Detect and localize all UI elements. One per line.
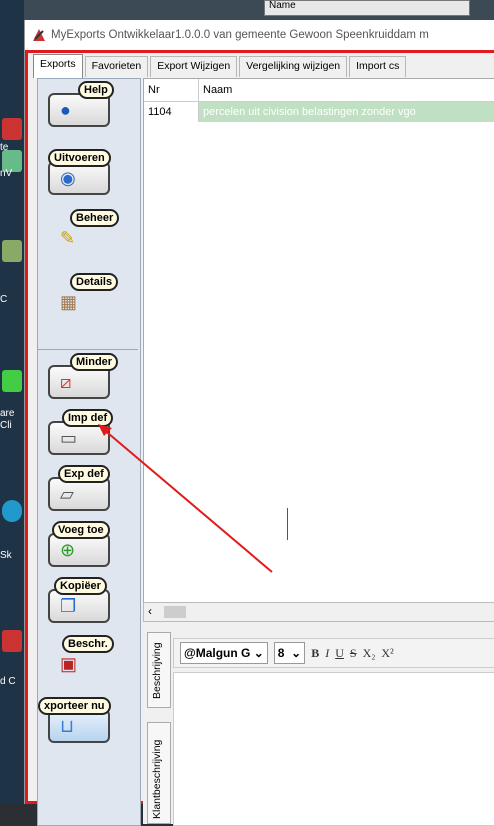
desktop-label: Sk: [0, 550, 12, 561]
imp-def-label: Imp def: [62, 409, 114, 427]
desktop-app-icon[interactable]: [2, 240, 22, 262]
desktop-label: d C: [0, 676, 16, 687]
details-label: Details: [70, 273, 119, 291]
scrollbar-thumb[interactable]: [164, 606, 186, 618]
desktop-strip: te nV C are Cli Sk d C: [0, 0, 24, 804]
help-button[interactable]: ● Help: [48, 81, 114, 127]
add-icon: ⊕: [60, 540, 76, 560]
font-size-value: 8: [277, 646, 285, 660]
copy-icon: ❐: [60, 596, 77, 616]
title-bar[interactable]: MyExports Ontwikkelaar1.0.0.0 van gemeen…: [25, 20, 494, 50]
editor-text-area[interactable]: [173, 672, 494, 826]
uitvoeren-button[interactable]: ◉ Uitvoeren: [48, 149, 112, 195]
text-cursor: [287, 508, 288, 540]
horizontal-scrollbar[interactable]: ‹: [143, 602, 494, 622]
subscript-button[interactable]: X₂: [363, 646, 376, 661]
tray-icon: ⊔: [60, 716, 75, 736]
grid-header: Nr Naam: [144, 79, 494, 102]
minder-button[interactable]: ⧄ Minder: [48, 353, 119, 399]
beheer-button[interactable]: ✎ Beheer: [48, 209, 120, 255]
exporteer-nu-button[interactable]: ⊔ xporteer nu: [38, 697, 112, 743]
details-icon: ▦: [60, 292, 78, 312]
tab-vergelijking-wijzigen[interactable]: Vergelijking wijzigen: [239, 56, 348, 77]
tab-export-wijzigen[interactable]: Export Wijzigen: [150, 56, 238, 77]
beschr-button[interactable]: ▣ Beschr.: [48, 635, 114, 681]
strikethrough-button[interactable]: S: [350, 646, 357, 661]
export-definition-icon: ▱: [60, 484, 74, 504]
font-size-select[interactable]: 8 ⌄: [273, 642, 306, 664]
exports-grid: Nr Naam 1104 percelen uit civision belas…: [143, 78, 494, 608]
run-icon: ◉: [60, 168, 76, 188]
desktop-label: are: [0, 408, 15, 419]
tab-klantbeschrijving-label: Klantbeschrijving: [151, 739, 163, 819]
tab-import-csv[interactable]: Import cs: [349, 56, 407, 77]
import-definition-icon: ▭: [60, 428, 78, 448]
tab-exports[interactable]: Exports: [33, 54, 83, 78]
help-icon: ●: [60, 100, 71, 120]
beheer-label: Beheer: [70, 209, 120, 227]
main-window: MyExports Ontwikkelaar1.0.0.0 van gemeen…: [24, 20, 494, 826]
desktop-label: C: [0, 294, 8, 305]
table-row[interactable]: 1104 percelen uit civision belastingen z…: [144, 102, 494, 122]
cell-nr: 1104: [144, 102, 199, 122]
exp-def-label: Exp def: [58, 465, 110, 483]
uitvoeren-label: Uitvoeren: [48, 149, 111, 167]
exp-def-button[interactable]: ▱ Exp def: [48, 465, 112, 511]
help-label: Help: [78, 81, 114, 99]
voeg-toe-label: Voeg toe: [52, 521, 110, 539]
abc-book-icon: ▣: [60, 654, 78, 674]
desktop-label: Cli: [0, 420, 12, 431]
skype-icon[interactable]: [2, 500, 22, 522]
scroll-left-icon[interactable]: ‹: [148, 604, 152, 618]
app-logo-icon: [33, 29, 45, 41]
description-editor: Beschrijving Klantbeschrijving @Malgun G…: [143, 622, 494, 826]
desktop-label: nV: [0, 168, 13, 179]
font-name-value: @Malgun G: [184, 646, 251, 660]
voeg-toe-button[interactable]: ⊕ Voeg toe: [48, 521, 112, 567]
underline-button[interactable]: U: [335, 646, 344, 661]
exporteer-nu-label: xporteer nu: [38, 697, 111, 715]
bold-button[interactable]: B: [311, 646, 319, 661]
desktop-app-icon[interactable]: [2, 118, 22, 140]
kopieer-label: Kopiëer: [54, 577, 107, 595]
pencil-icon: ✎: [60, 228, 76, 248]
main-tabs: Exports Favorieten Export Wijzigen Verge…: [33, 54, 407, 78]
column-header-nr[interactable]: Nr: [144, 79, 199, 101]
desktop-app-icon[interactable]: [2, 370, 22, 392]
format-toolbar: @Malgun G ⌄ 8 ⌄ B I U S X₂ X²: [173, 638, 494, 668]
left-button-panel: ● Help ◉ Uitvoeren ✎ Beheer ▦ Details ⧄ …: [37, 78, 141, 826]
tab-klantbeschrijving[interactable]: Klantbeschrijving: [147, 722, 171, 824]
font-name-select[interactable]: @Malgun G ⌄: [180, 642, 268, 664]
window-title: MyExports Ontwikkelaar1.0.0.0 van gemeen…: [51, 29, 429, 41]
background-panel: Name: [264, 0, 470, 16]
desktop-app-icon[interactable]: [2, 630, 22, 652]
imp-def-button[interactable]: ▭ Imp def: [48, 409, 114, 455]
details-button[interactable]: ▦ Details: [48, 273, 119, 319]
panel-divider: [38, 349, 138, 350]
superscript-button[interactable]: X²: [381, 646, 393, 661]
eraser-icon: ⧄: [60, 372, 72, 392]
beschr-label: Beschr.: [62, 635, 114, 653]
background-window: Name: [24, 0, 494, 22]
tab-beschrijving[interactable]: Beschrijving: [147, 632, 171, 708]
column-header-naam[interactable]: Naam: [199, 79, 494, 101]
cell-naam: percelen uit civision belastingen zonder…: [199, 102, 494, 122]
tab-beschrijving-label: Beschrijving: [151, 642, 163, 699]
italic-button[interactable]: I: [325, 646, 329, 661]
minder-label: Minder: [70, 353, 119, 371]
tab-favorieten[interactable]: Favorieten: [84, 56, 149, 77]
kopieer-button[interactable]: ❐ Kopiëer: [48, 577, 112, 623]
